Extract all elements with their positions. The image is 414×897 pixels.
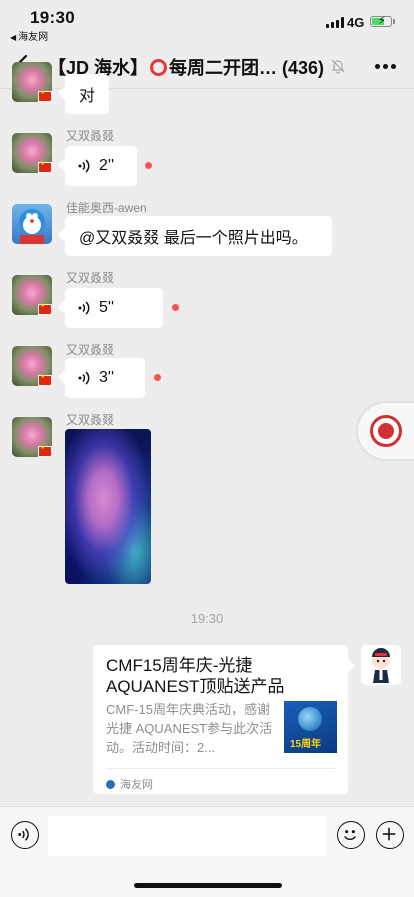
bell-off-icon <box>331 59 345 74</box>
network-type: 4G <box>347 15 365 30</box>
avatar[interactable] <box>12 417 52 457</box>
avatar[interactable] <box>12 62 52 102</box>
unread-dot <box>172 304 179 311</box>
emoji-button[interactable] <box>337 821 365 849</box>
link-card-source: 海友网 <box>106 776 153 792</box>
voice-duration: 5'' <box>99 299 115 316</box>
seal-icon <box>370 415 402 447</box>
sender-name: 又双叒叕 <box>66 129 115 143</box>
signal-icon <box>326 17 344 28</box>
voice-message[interactable]: 5'' <box>65 288 163 328</box>
plus-icon <box>382 827 396 841</box>
sender-name: 又双叒叕 <box>66 413 115 427</box>
plus-button[interactable] <box>376 821 404 849</box>
back-triangle-icon: ◀ <box>10 33 17 42</box>
floating-badge[interactable] <box>358 403 414 459</box>
status-time: 19:30 <box>30 8 75 27</box>
message-bubble[interactable]: 对 <box>65 74 109 114</box>
link-card[interactable]: CMF15周年庆-光捷AQUANEST顶贴送产品 CMF-15周年庆典活动，感谢… <box>93 645 348 794</box>
avatar[interactable] <box>12 346 52 386</box>
more-dots-icon[interactable] <box>375 64 397 70</box>
voice-input-button[interactable] <box>11 821 39 849</box>
chat-title-suffix: 每周二开团… <box>169 58 278 78</box>
voice-wave-icon <box>78 371 90 385</box>
link-card-thumbnail: 15周年 <box>284 701 337 753</box>
emoji-icon <box>344 830 356 840</box>
voice-message[interactable]: 3'' <box>65 358 145 398</box>
voice-duration: 3'' <box>99 369 115 386</box>
battery-icon: ⚡ <box>370 15 392 27</box>
globe-icon <box>298 707 322 731</box>
avatar[interactable] <box>12 275 52 315</box>
message-text: 对 <box>79 88 96 105</box>
cartoon-avatar-icon <box>372 648 390 683</box>
link-card-source-label: 海友网 <box>120 779 153 791</box>
thumbnail-text: 15周年 <box>290 739 322 750</box>
ring-icon <box>150 59 168 76</box>
home-indicator <box>134 883 282 888</box>
member-count: (436) <box>282 58 325 78</box>
avatar[interactable] <box>12 204 52 244</box>
message-text: @又双叒叕 最后一个照片出吗。 <box>79 230 308 247</box>
sender-name: 佳能奥西-awen <box>66 201 147 215</box>
back-to-app-link[interactable]: ◀ 海友网 <box>10 28 48 43</box>
unread-dot <box>145 162 152 169</box>
avatar[interactable] <box>361 645 401 685</box>
status-bar: 19:30 ◀ 海友网 4G ⚡ <box>0 0 414 44</box>
voice-duration: 2'' <box>99 157 115 174</box>
input-bar <box>0 806 414 897</box>
divider <box>106 768 335 769</box>
cartoon-avatar-icon <box>19 209 45 244</box>
link-card-title: CMF15周年庆-光捷AQUANEST顶贴送产品 <box>106 656 285 696</box>
unread-dot <box>154 374 161 381</box>
voice-message[interactable]: 2'' <box>65 146 137 186</box>
message-input[interactable] <box>48 816 326 856</box>
sender-name: 又双叒叕 <box>66 271 115 285</box>
voice-wave-icon <box>78 301 90 315</box>
chat-header: 【JD 海水】 每周二开团… (436) <box>0 44 414 89</box>
voice-wave-icon <box>18 828 29 841</box>
message-timestamp: 19:30 <box>190 611 224 626</box>
link-card-description: CMF-15周年庆典活动，感谢光捷 AQUANEST参与此次活动。活动时间：2.… <box>106 702 273 755</box>
source-logo-icon <box>106 780 115 789</box>
voice-wave-icon <box>78 159 90 173</box>
coral-photo[interactable] <box>65 429 151 584</box>
sender-name: 又双叒叕 <box>66 343 115 357</box>
avatar[interactable] <box>12 133 52 173</box>
back-app-label: 海友网 <box>18 32 49 43</box>
message-bubble[interactable]: @又双叒叕 最后一个照片出吗。 <box>65 216 332 256</box>
